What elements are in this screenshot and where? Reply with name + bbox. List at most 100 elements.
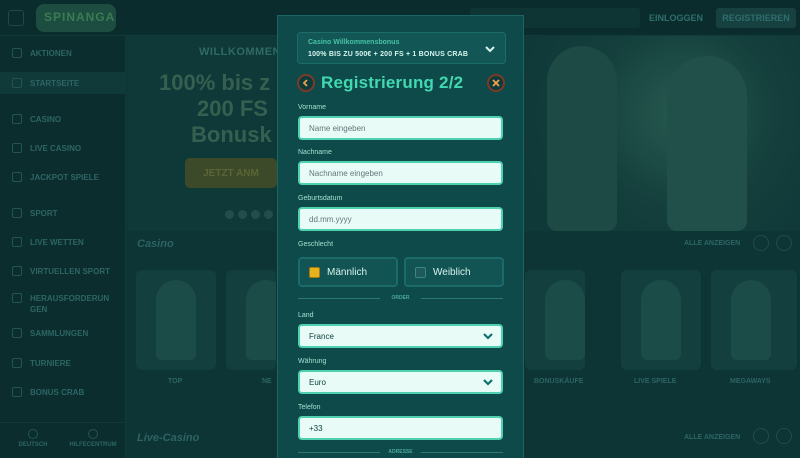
gender-male-option[interactable]: Männlich <box>298 257 398 287</box>
promo-title: Casino Willkommensbonus <box>308 39 400 46</box>
back-button[interactable] <box>297 74 315 92</box>
virtual-icon <box>12 266 22 276</box>
country-select[interactable]: France <box>298 324 503 348</box>
chevron-down-icon <box>483 379 493 386</box>
prev-arrow-icon[interactable] <box>753 428 769 444</box>
hero-line-2: 200 FS <box>197 96 268 121</box>
carousel-dot[interactable] <box>264 210 273 219</box>
chevron-left-icon <box>302 79 308 87</box>
help-center-link[interactable]: HILFECENTRUM <box>63 429 123 448</box>
country-value: France <box>309 331 334 341</box>
live-icon <box>12 237 22 247</box>
sidebar-item-bonus-crab[interactable]: BONUS CRAB <box>0 381 126 403</box>
country-label: Land <box>298 312 314 319</box>
register-button[interactable]: REGISTRIEREN <box>716 8 796 28</box>
currency-select[interactable]: Euro <box>298 370 503 394</box>
menu-icon[interactable] <box>8 10 24 26</box>
carousel-dot[interactable] <box>238 210 247 219</box>
language-selector[interactable]: DEUTSCH <box>3 429 63 448</box>
hero-character-right <box>667 56 747 231</box>
casino-section-title: Casino <box>137 238 174 250</box>
sidebar: AKTIONEN STARTSEITE CASINO LIVE CASINO J… <box>0 36 126 458</box>
sidebar-bottom: DEUTSCH HILFECENTRUM <box>0 422 126 458</box>
game-tile[interactable] <box>525 270 585 370</box>
radio-unselected-icon <box>415 266 426 278</box>
sidebar-item-challenges-cont: GEN <box>30 304 48 314</box>
game-tile[interactable] <box>226 270 276 370</box>
live-casino-see-all-link[interactable]: ALLE ANZEIGEN <box>684 434 740 441</box>
flag-icon <box>28 429 38 439</box>
sidebar-item-live-casino[interactable]: LIVE CASINO <box>0 137 126 159</box>
carousel-dots <box>225 210 273 219</box>
tile-label: MEGAWAYS <box>730 378 771 385</box>
gift-icon <box>12 48 22 58</box>
hero-line-1: 100% bis z <box>159 70 271 95</box>
sidebar-item-aktionen[interactable]: AKTIONEN <box>0 42 126 64</box>
casino-see-all-link[interactable]: ALLE ANZEIGEN <box>684 240 740 247</box>
slot-icon <box>12 114 22 124</box>
first-name-input[interactable]: Name eingeben <box>298 116 503 140</box>
prev-arrow-icon[interactable] <box>753 235 769 251</box>
collection-icon <box>12 328 22 338</box>
next-arrow-icon[interactable] <box>776 235 792 251</box>
crab-icon <box>12 387 22 397</box>
gender-female-option[interactable]: Weiblich <box>404 257 504 287</box>
section-divider: ORDER <box>298 294 503 302</box>
sidebar-item-live-wetten[interactable]: LIVE WETTEN <box>0 231 126 253</box>
tile-label: LIVE SPIELE <box>634 378 677 385</box>
sidebar-item-startseite[interactable]: STARTSEITE <box>0 72 126 94</box>
hero-character-left <box>547 46 617 231</box>
registration-modal: Casino Willkommensbonus 100% BIS ZU 500€… <box>277 15 524 458</box>
carousel-dot[interactable] <box>251 210 260 219</box>
game-tile[interactable] <box>711 270 797 370</box>
first-name-label: Vorname <box>298 104 327 111</box>
app-root: SPINANGA EINLOGGEN REGISTRIEREN AKTIONEN… <box>0 0 800 458</box>
close-button[interactable] <box>487 74 505 92</box>
gender-female-label: Weiblich <box>433 266 471 278</box>
section-divider: ADRESSE <box>298 448 503 456</box>
ball-icon <box>12 208 22 218</box>
last-name-input[interactable]: Nachname eingeben <box>298 161 503 185</box>
sidebar-item-virtual-sport[interactable]: VIRTUELLEN SPORT <box>0 260 126 282</box>
carousel-dot[interactable] <box>225 210 234 219</box>
sidebar-item-casino[interactable]: CASINO <box>0 108 126 130</box>
last-name-label: Nachname <box>298 149 332 156</box>
trophy-icon <box>12 293 22 303</box>
hero-welcome: WILLKOMMEN <box>199 46 281 58</box>
phone-label: Telefon <box>298 404 321 411</box>
hero-cta-button[interactable]: JETZT ANM <box>185 158 277 188</box>
gender-label: Geschlecht <box>298 241 334 248</box>
jackpot-icon <box>12 172 22 182</box>
radio-selected-icon <box>309 266 320 278</box>
tournament-icon <box>12 358 22 368</box>
gender-male-label: Männlich <box>327 266 368 278</box>
close-icon <box>492 79 500 87</box>
sidebar-item-turniere[interactable]: TURNIERE <box>0 352 126 374</box>
next-arrow-icon[interactable] <box>776 428 792 444</box>
modal-title: Registrierung 2/2 <box>321 73 464 92</box>
sidebar-item-jackpot[interactable]: JACKPOT SPIELE <box>0 166 126 188</box>
tile-label: TOP <box>168 378 183 385</box>
chevron-down-icon[interactable] <box>485 44 495 54</box>
login-button[interactable]: EINLOGGEN <box>640 8 712 28</box>
sidebar-item-challenges[interactable]: HERAUSFORDERUN <box>0 289 126 303</box>
cards-icon <box>12 143 22 153</box>
bonus-promo-banner[interactable]: Casino Willkommensbonus 100% BIS ZU 500€… <box>297 32 506 64</box>
currency-value: Euro <box>309 377 326 387</box>
currency-label: Währung <box>298 358 327 365</box>
game-tile[interactable] <box>136 270 216 370</box>
chevron-down-icon <box>483 333 493 340</box>
tile-label: BONUSKÄUFE <box>534 378 584 385</box>
hero-line-3: Bonusk <box>191 122 272 147</box>
birthdate-label: Geburtsdatum <box>298 195 343 202</box>
live-casino-section-title: Live-Casino <box>137 432 200 444</box>
phone-input[interactable]: +33 <box>298 416 503 440</box>
home-icon <box>12 78 22 88</box>
tile-label: NE <box>262 378 272 385</box>
sidebar-item-sport[interactable]: SPORT <box>0 202 126 224</box>
birthdate-input[interactable]: dd.mm.yyyy <box>298 207 503 231</box>
game-tile[interactable] <box>621 270 701 370</box>
promo-text: 100% BIS ZU 500€ + 200 FS + 1 BONUS CRAB <box>308 51 469 58</box>
sidebar-item-sammlungen[interactable]: SAMMLUNGEN <box>0 322 126 344</box>
help-icon <box>88 429 98 439</box>
